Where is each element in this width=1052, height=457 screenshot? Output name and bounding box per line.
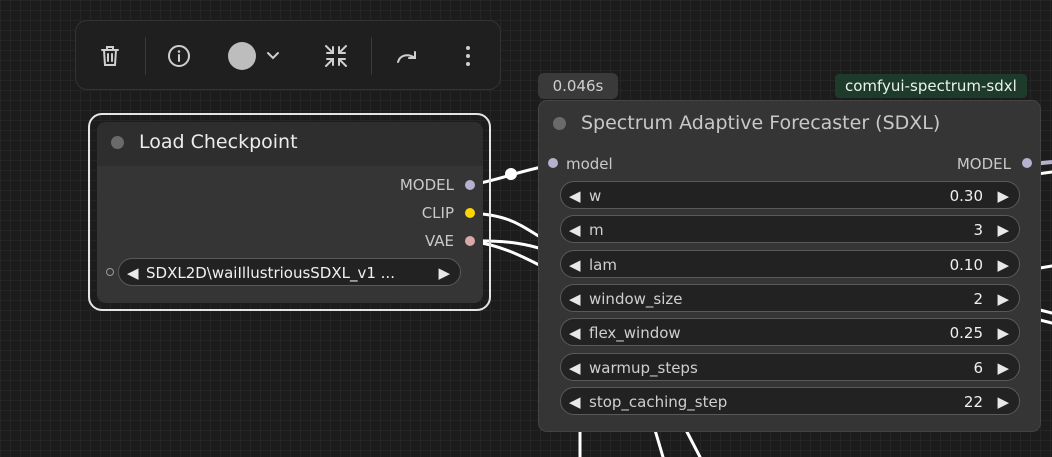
widget-flex-window[interactable]: ◀ flex_window 0.25 ▶ <box>560 318 1020 346</box>
widget-value: 6 <box>973 359 983 377</box>
decrement-arrow-icon[interactable]: ◀ <box>569 256 581 274</box>
input-label-model: model <box>566 155 613 173</box>
wire-right-2 <box>1038 264 1052 270</box>
decrement-arrow-icon[interactable]: ◀ <box>569 393 581 411</box>
widget-w[interactable]: ◀ w 0.30 ▶ <box>560 181 1020 209</box>
output-label-model: MODEL <box>399 176 454 194</box>
widget-value: 3 <box>973 221 983 239</box>
toolbar-divider <box>371 37 372 75</box>
load-checkpoint-node[interactable]: Load Checkpoint MODEL CLIP VAE ◀ SDXL2D\… <box>97 122 483 303</box>
node-source-tag: comfyui-spectrum-sdxl <box>835 74 1027 98</box>
widget-lam[interactable]: ◀ lam 0.10 ▶ <box>560 250 1020 278</box>
collapse-dot-icon[interactable] <box>111 136 124 149</box>
spectrum-forecaster-node[interactable]: Spectrum Adaptive Forecaster (SDXL) mode… <box>538 100 1041 432</box>
chevron-down-icon <box>267 52 279 60</box>
widget-warmup-steps[interactable]: ◀ warmup_steps 6 ▶ <box>560 353 1020 381</box>
widget-name: stop_caching_step <box>589 393 728 411</box>
widget-m[interactable]: ◀ m 3 ▶ <box>560 215 1020 243</box>
widget-name: flex_window <box>589 324 681 342</box>
redo-arrow-icon <box>397 51 416 63</box>
increment-arrow-icon[interactable]: ▶ <box>438 264 450 282</box>
widget-name: w <box>589 187 602 205</box>
widget-value: 0.10 <box>949 256 983 274</box>
increment-arrow-icon[interactable]: ▶ <box>997 393 1009 411</box>
collapse-button[interactable] <box>322 42 350 70</box>
wire-right-4 <box>1038 318 1052 325</box>
output-label-clip: CLIP <box>421 204 454 222</box>
info-icon <box>168 45 190 67</box>
node-title: Load Checkpoint <box>139 131 298 153</box>
output-slot-model[interactable] <box>465 180 475 190</box>
delete-button[interactable] <box>96 42 124 70</box>
increment-arrow-icon[interactable]: ▶ <box>997 290 1009 308</box>
wire-down-2 <box>653 428 665 457</box>
output-slot-vae[interactable] <box>465 236 475 246</box>
widget-name: m <box>589 221 604 239</box>
node-header[interactable]: Load Checkpoint <box>97 122 483 166</box>
output-slot-clip[interactable] <box>465 208 475 218</box>
widget-value: 22 <box>963 393 983 411</box>
decrement-arrow-icon[interactable]: ◀ <box>569 324 581 342</box>
output-label-vae: VAE <box>424 232 454 250</box>
widget-stop-caching-step[interactable]: ◀ stop_caching_step 22 ▶ <box>560 387 1020 415</box>
more-options-button[interactable] <box>454 42 482 70</box>
widget-value: 0.25 <box>949 324 983 342</box>
node-header[interactable]: Spectrum Adaptive Forecaster (SDXL) <box>539 101 1040 145</box>
color-circle-icon <box>228 42 256 70</box>
increment-arrow-icon[interactable]: ▶ <box>997 256 1009 274</box>
decrement-arrow-icon[interactable]: ◀ <box>569 187 581 205</box>
widget-name: warmup_steps <box>589 359 698 377</box>
output-slot-model[interactable] <box>1022 158 1032 168</box>
reroute-dot <box>505 168 517 180</box>
widget-value: 2 <box>973 290 983 308</box>
widget-value: 0.30 <box>949 187 983 205</box>
widget-name: lam <box>589 256 617 274</box>
widget-name: window_size <box>589 290 683 308</box>
collapse-arrows-icon <box>325 45 347 67</box>
collapse-dot-icon[interactable] <box>553 117 566 130</box>
ckpt-name-value: SDXL2D\waiIllustriousSDXL_v1 ... <box>146 264 395 282</box>
selection-toolbox <box>75 20 501 90</box>
decrement-arrow-icon[interactable]: ◀ <box>569 290 581 308</box>
execution-time-badge: 0.046s <box>538 73 618 99</box>
output-label-model: MODEL <box>956 155 1011 173</box>
wire-down-3 <box>684 428 702 457</box>
input-slot-model[interactable] <box>548 158 558 168</box>
bypass-button[interactable] <box>394 42 422 70</box>
node-title: Spectrum Adaptive Forecaster (SDXL) <box>581 112 941 134</box>
decrement-arrow-icon[interactable]: ◀ <box>127 264 139 282</box>
info-button[interactable] <box>165 42 193 70</box>
widget-input-slot[interactable] <box>106 268 114 276</box>
trash-icon <box>101 46 119 66</box>
widget-window-size[interactable]: ◀ window_size 2 ▶ <box>560 284 1020 312</box>
increment-arrow-icon[interactable]: ▶ <box>997 359 1009 377</box>
color-picker-button[interactable] <box>224 42 284 70</box>
decrement-arrow-icon[interactable]: ◀ <box>569 359 581 377</box>
ckpt-name-combo[interactable]: ◀ SDXL2D\waiIllustriousSDXL_v1 ... ▶ <box>118 258 461 286</box>
toolbar-divider <box>145 37 146 75</box>
more-vertical-icon <box>466 46 470 66</box>
increment-arrow-icon[interactable]: ▶ <box>997 187 1009 205</box>
decrement-arrow-icon[interactable]: ◀ <box>569 221 581 239</box>
wire-right-3 <box>1038 308 1052 315</box>
increment-arrow-icon[interactable]: ▶ <box>997 221 1009 239</box>
increment-arrow-icon[interactable]: ▶ <box>997 324 1009 342</box>
